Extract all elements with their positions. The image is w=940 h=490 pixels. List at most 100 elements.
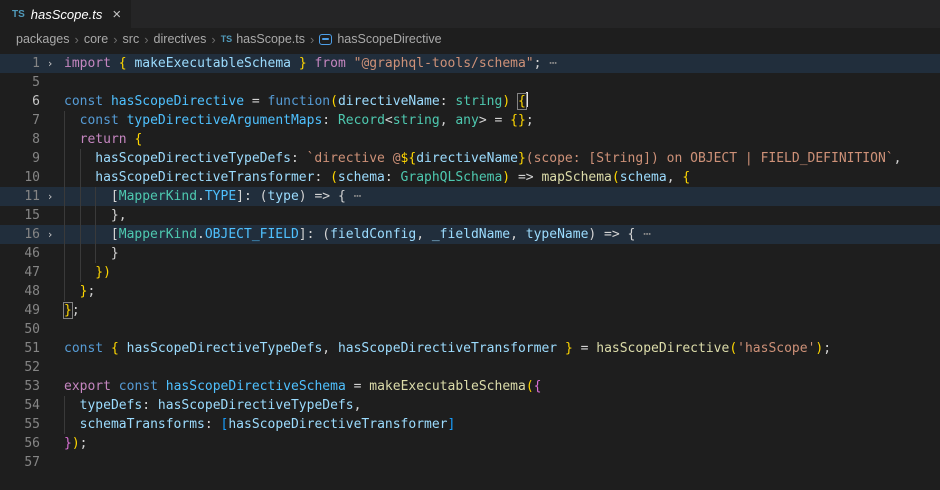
code-line[interactable] xyxy=(64,453,940,472)
code-token: mapSchema xyxy=(541,170,611,185)
code-line[interactable] xyxy=(64,358,940,377)
code-line[interactable]: }; xyxy=(64,282,940,301)
breadcrumb-item-core[interactable]: core xyxy=(84,32,108,46)
code-token: : xyxy=(314,170,330,185)
code-token xyxy=(510,94,518,109)
fold-spacer xyxy=(40,339,60,358)
fold-spacer xyxy=(40,206,60,225)
fold-spacer xyxy=(40,453,60,472)
indent-guide xyxy=(64,130,80,149)
code-token: typeName xyxy=(526,227,589,242)
code-line[interactable]: export const hasScopeDirectiveSchema = m… xyxy=(64,377,940,396)
code-line[interactable]: return { xyxy=(64,130,940,149)
code-token: "@graphql-tools/schema" xyxy=(354,56,534,71)
editor-tab-hasscope[interactable]: TS hasScope.ts × xyxy=(0,0,132,28)
line-row[interactable]: 5 xyxy=(0,73,940,92)
code-line[interactable]: hasScopeDirectiveTransformer: (schema: G… xyxy=(64,168,940,187)
indent-guide xyxy=(64,225,80,244)
code-token: hasScopeDirectiveTypeDefs xyxy=(158,398,354,413)
fold-chevron-icon[interactable]: › xyxy=(40,225,60,244)
code-token: , xyxy=(510,227,526,242)
indent-guide xyxy=(64,111,80,130)
line-number: 47 xyxy=(0,263,40,282)
breadcrumb-item-directives[interactable]: directives xyxy=(154,32,207,46)
fold-spacer xyxy=(40,415,60,434)
indent-guide xyxy=(64,415,80,434)
code-token: const xyxy=(64,94,103,109)
code-line[interactable]: hasScopeDirectiveTypeDefs: `directive @$… xyxy=(64,149,940,168)
code-line[interactable]: const typeDirectiveArgumentMaps: Record<… xyxy=(64,111,940,130)
breadcrumb-item-hasscopedirective[interactable]: hasScopeDirective xyxy=(319,32,441,46)
line-row[interactable]: 11›[MapperKind.TYPE]: (type) => { ⋯ xyxy=(0,187,940,206)
line-number: 49 xyxy=(0,301,40,320)
line-number: 11 xyxy=(0,187,40,206)
line-number: 8 xyxy=(0,130,40,149)
code-line[interactable]: [MapperKind.OBJECT_FIELD]: (fieldConfig,… xyxy=(64,225,940,244)
line-row[interactable]: 53export const hasScopeDirectiveSchema =… xyxy=(0,377,940,396)
line-row[interactable]: 51const { hasScopeDirectiveTypeDefs, has… xyxy=(0,339,940,358)
code-token: , xyxy=(354,398,362,413)
code-token xyxy=(291,56,299,71)
code-token: ]: ( xyxy=(236,189,267,204)
close-icon[interactable]: × xyxy=(112,7,121,22)
line-row[interactable]: 46} xyxy=(0,244,940,263)
line-row[interactable]: 15}, xyxy=(0,206,940,225)
code-token: makeExecutableSchema xyxy=(369,379,526,394)
line-row[interactable]: 10hasScopeDirectiveTransformer: (schema:… xyxy=(0,168,940,187)
code-line[interactable]: const hasScopeDirective = function(direc… xyxy=(64,92,940,111)
code-token: hasScopeDirectiveSchema xyxy=(166,379,346,394)
indent-guide xyxy=(64,244,80,263)
line-row[interactable]: 8 return { xyxy=(0,130,940,149)
code-line[interactable] xyxy=(64,320,940,339)
code-token xyxy=(346,56,354,71)
editor[interactable]: 1›import { makeExecutableSchema } from "… xyxy=(0,50,940,490)
gutter: 10 xyxy=(0,168,64,187)
breadcrumb-item-packages[interactable]: packages xyxy=(16,32,70,46)
line-row[interactable]: 56}); xyxy=(0,434,940,453)
line-row[interactable]: 50 xyxy=(0,320,940,339)
indent-guide xyxy=(95,187,111,206)
line-row[interactable]: 16›[MapperKind.OBJECT_FIELD]: (fieldConf… xyxy=(0,225,940,244)
code-line[interactable]: }) xyxy=(64,263,940,282)
gutter: 5 xyxy=(0,73,64,92)
line-row[interactable]: 48}; xyxy=(0,282,940,301)
code-line[interactable]: }; xyxy=(64,301,940,320)
indent-guide xyxy=(80,149,96,168)
code-token: ⋯ xyxy=(541,56,557,71)
line-row[interactable]: 47}) xyxy=(0,263,940,282)
code-line[interactable]: schemaTransforms: [hasScopeDirectiveTran… xyxy=(64,415,940,434)
line-number: 9 xyxy=(0,149,40,168)
code-line[interactable]: typeDefs: hasScopeDirectiveTypeDefs, xyxy=(64,396,940,415)
line-row[interactable]: 1›import { makeExecutableSchema } from "… xyxy=(0,54,940,73)
indent-guide xyxy=(80,244,96,263)
line-row[interactable]: 57 xyxy=(0,453,940,472)
breadcrumb-item-src[interactable]: src xyxy=(123,32,140,46)
code-line[interactable] xyxy=(64,73,940,92)
line-row[interactable]: 6const hasScopeDirective = function(dire… xyxy=(0,92,940,111)
code-token xyxy=(119,341,127,356)
code-token: (scope: [String]) on OBJECT | FIELD_DEFI… xyxy=(526,151,894,166)
line-row[interactable]: 54typeDefs: hasScopeDirectiveTypeDefs, xyxy=(0,396,940,415)
breadcrumb-item-hasscope-ts[interactable]: TShasScope.ts xyxy=(221,32,305,46)
line-row[interactable]: 49}; xyxy=(0,301,940,320)
fold-spacer xyxy=(40,282,60,301)
code-line[interactable]: }, xyxy=(64,206,940,225)
code-line[interactable]: } xyxy=(64,244,940,263)
code-line[interactable]: import { makeExecutableSchema } from "@g… xyxy=(64,54,940,73)
code-line[interactable]: }); xyxy=(64,434,940,453)
code-line[interactable]: [MapperKind.TYPE]: (type) => { ⋯ xyxy=(64,187,940,206)
code-line[interactable]: const { hasScopeDirectiveTypeDefs, hasSc… xyxy=(64,339,940,358)
code-token: const xyxy=(64,341,103,356)
line-row[interactable]: 9 hasScopeDirectiveTypeDefs: `directive @… xyxy=(0,149,940,168)
code-token: const xyxy=(119,379,158,394)
line-row[interactable]: 55schemaTransforms: [hasScopeDirectiveTr… xyxy=(0,415,940,434)
indent-guide xyxy=(80,263,96,282)
line-row[interactable]: 7const typeDirectiveArgumentMaps: Record… xyxy=(0,111,940,130)
fold-chevron-icon[interactable]: › xyxy=(40,54,60,73)
code-token: ] xyxy=(448,417,456,432)
code-token: import xyxy=(64,56,111,71)
fold-chevron-icon[interactable]: › xyxy=(40,187,60,206)
line-row[interactable]: 52 xyxy=(0,358,940,377)
gutter: 1› xyxy=(0,54,64,73)
code-token: directiveName xyxy=(338,94,440,109)
